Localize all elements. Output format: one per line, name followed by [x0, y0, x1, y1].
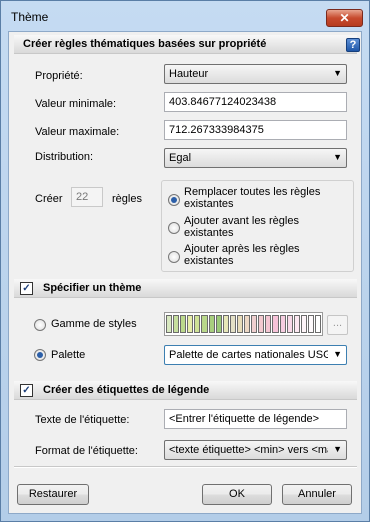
palette-swatch — [166, 315, 173, 333]
insert-after-radio[interactable] — [168, 251, 180, 263]
palette-swatch — [300, 315, 307, 333]
palette-select[interactable]: Palette de cartes nationales USGS ▼ — [164, 345, 347, 365]
palette-swatch — [201, 315, 208, 333]
insert-before-label[interactable]: Ajouter avant les règles existantes — [184, 215, 324, 239]
palette-label[interactable]: Palette — [51, 349, 85, 361]
palette-swatch — [258, 315, 265, 333]
label-format-label: Format de l'étiquette: — [35, 445, 138, 457]
palette-swatch — [222, 315, 229, 333]
theme-section-header: ✓ Spécifier un thème — [14, 279, 357, 298]
legend-section-title[interactable]: Créer des étiquettes de légende — [43, 384, 209, 396]
distribution-label: Distribution: — [35, 151, 94, 163]
insert-after-label[interactable]: Ajouter après les règles existantes — [184, 243, 324, 267]
close-button[interactable]: ✕ — [326, 9, 363, 27]
distribution-select[interactable]: Egal ▼ — [164, 148, 347, 168]
rules-section-header: Créer règles thématiques basées sur prop… — [14, 35, 360, 54]
palette-swatch — [244, 315, 251, 333]
rule-count-field[interactable]: 22 — [71, 187, 103, 207]
rules-label: règles — [112, 193, 142, 205]
style-range-preview[interactable] — [164, 312, 323, 336]
label-format-select[interactable]: <texte étiquette> <min> vers <max> ▼ — [164, 440, 347, 460]
palette-swatch — [208, 315, 215, 333]
palette-swatch — [173, 315, 180, 333]
help-icon[interactable]: ? — [346, 38, 360, 52]
min-value-label: Valeur minimale: — [35, 98, 117, 110]
label-text-field[interactable]: <Entrer l'étiquette de légende> — [164, 409, 347, 429]
palette-swatch — [251, 315, 258, 333]
theme-checkbox[interactable]: ✓ — [20, 282, 33, 295]
legend-checkbox[interactable]: ✓ — [20, 384, 33, 397]
palette-swatch — [286, 315, 293, 333]
replace-rules-radio[interactable] — [168, 194, 180, 206]
ok-button[interactable]: OK — [202, 484, 272, 505]
palette-swatch — [279, 315, 286, 333]
chevron-down-icon: ▼ — [333, 349, 342, 359]
style-range-label[interactable]: Gamme de styles — [51, 318, 137, 330]
palette-swatch — [307, 315, 314, 333]
create-label: Créer — [35, 193, 63, 205]
legend-section-header: ✓ Créer des étiquettes de légende — [14, 381, 357, 400]
palette-radio[interactable] — [34, 349, 46, 361]
palette-swatch — [272, 315, 279, 333]
max-value-field[interactable]: 712.267333984375 — [164, 120, 347, 140]
palette-swatch — [194, 315, 201, 333]
footer-divider — [14, 466, 357, 468]
cancel-button[interactable]: Annuler — [282, 484, 352, 505]
style-range-browse-button[interactable]: ... — [327, 315, 348, 335]
label-text-label: Texte de l'étiquette: — [35, 414, 130, 426]
palette-swatch — [236, 315, 244, 333]
palette-swatch — [265, 315, 272, 333]
chevron-down-icon: ▼ — [333, 444, 342, 454]
restore-button[interactable]: Restaurer — [17, 484, 89, 505]
rules-section-title: Créer règles thématiques basées sur prop… — [23, 38, 267, 50]
dialog-body: Créer règles thématiques basées sur prop… — [8, 31, 362, 514]
min-value-field[interactable]: 403.84677124023438 — [164, 92, 347, 112]
palette-swatch — [215, 315, 222, 333]
property-select[interactable]: Hauteur ▼ — [164, 64, 347, 84]
style-range-radio[interactable] — [34, 319, 46, 331]
theme-dialog: Thème ✕ Créer règles thématiques basées … — [0, 0, 370, 522]
window-title: Thème — [11, 10, 49, 24]
chevron-down-icon: ▼ — [333, 152, 342, 162]
theme-section-title[interactable]: Spécifier un thème — [43, 282, 141, 294]
palette-swatch — [293, 315, 300, 333]
palette-swatch — [229, 315, 236, 333]
title-bar[interactable]: Thème ✕ — [1, 1, 369, 31]
max-value-label: Valeur maximale: — [35, 126, 120, 138]
insert-before-radio[interactable] — [168, 222, 180, 234]
palette-swatch — [314, 315, 322, 333]
palette-swatch — [187, 315, 194, 333]
chevron-down-icon: ▼ — [333, 68, 342, 78]
property-label: Propriété: — [35, 70, 83, 82]
palette-swatch — [180, 315, 187, 333]
replace-rules-label[interactable]: Remplacer toutes les règles existantes — [184, 186, 349, 210]
